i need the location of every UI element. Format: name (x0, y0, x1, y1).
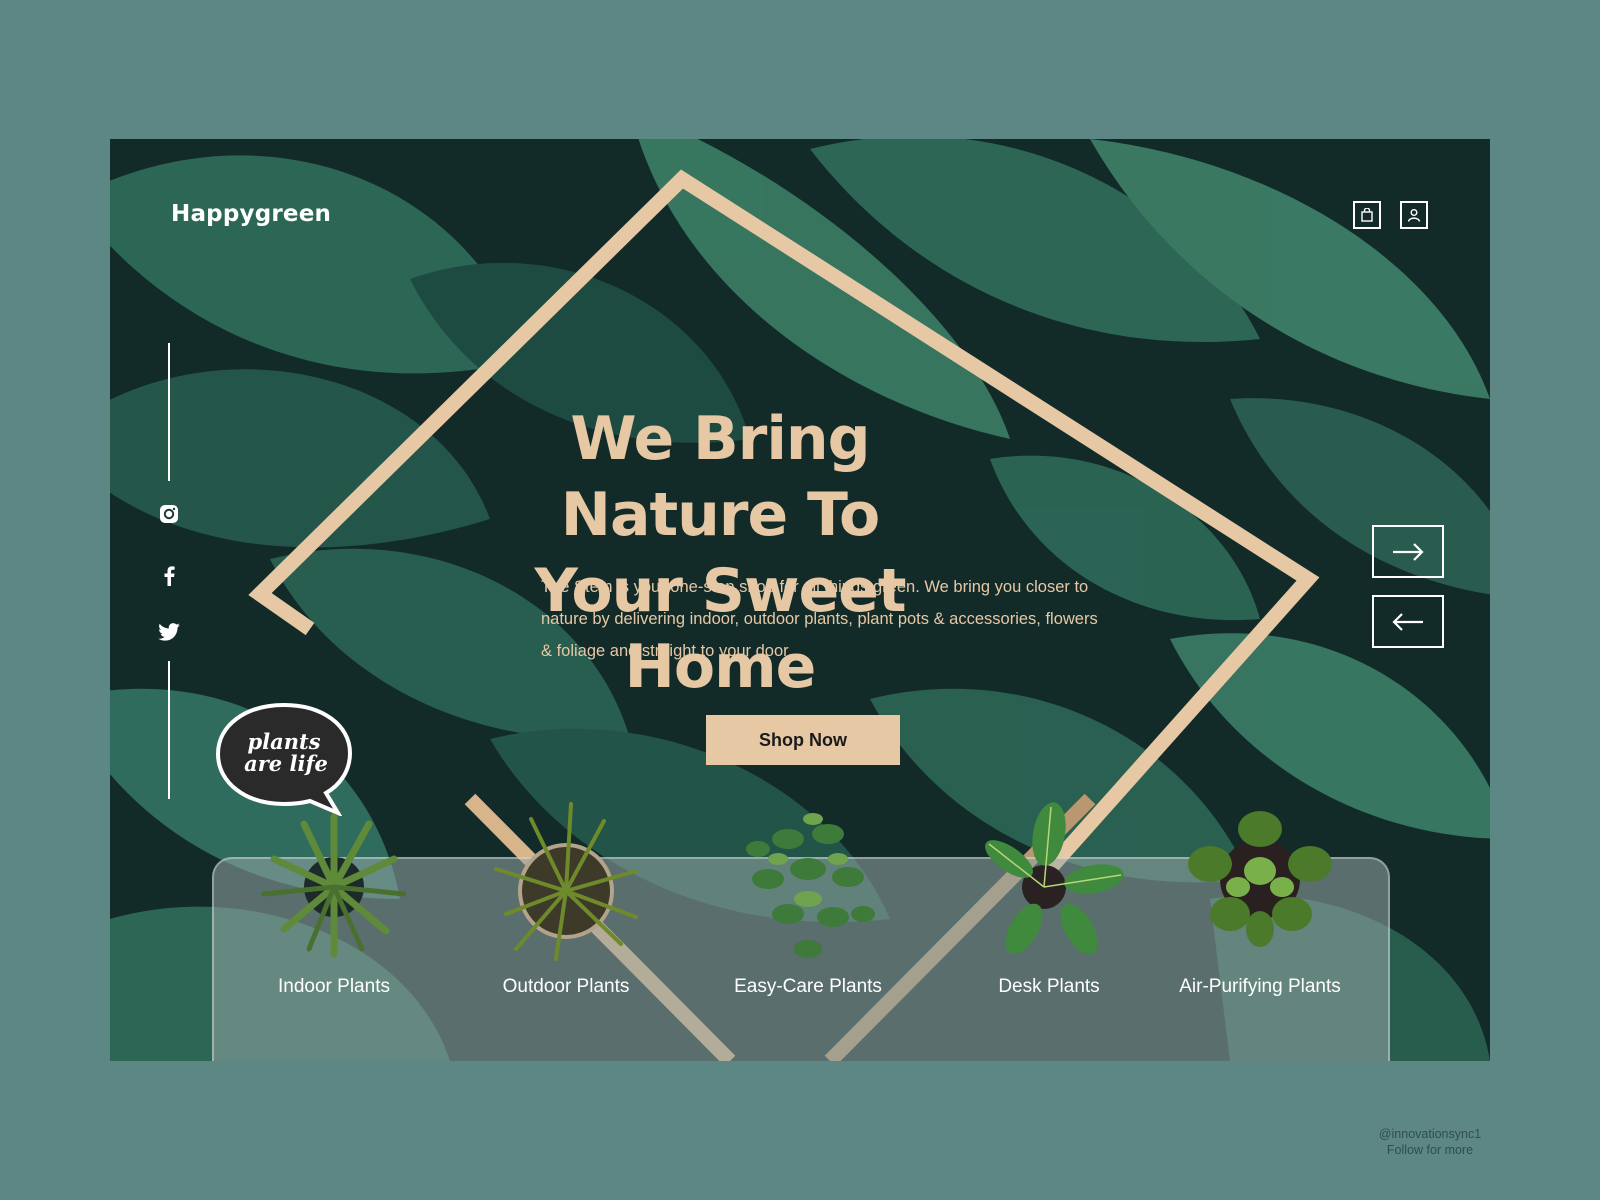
instagram-icon[interactable] (158, 503, 180, 525)
arrow-left-icon (1392, 612, 1423, 631)
next-slide-button[interactable] (1372, 525, 1444, 578)
user-icon[interactable] (1400, 201, 1428, 229)
category-desk-plants[interactable]: Desk Plants (949, 799, 1149, 998)
arrow-right-icon (1393, 542, 1424, 561)
easy-care-plant-image (746, 813, 875, 958)
credit-note: Follow for more (1386, 1143, 1474, 1157)
shopping-bag-icon[interactable] (1353, 201, 1381, 229)
category-label: Easy-Care Plants (734, 976, 882, 997)
category-air-purifying-plants[interactable]: Air-Purifying Plants (1160, 799, 1360, 998)
category-outdoor-plants[interactable]: Outdoor Plants (466, 799, 666, 998)
category-label: Indoor Plants (278, 976, 390, 997)
air-purifying-plant-image (1188, 811, 1332, 947)
category-label: Desk Plants (998, 976, 1100, 997)
credit-handle: @innovationsync1 (1378, 1127, 1482, 1141)
previous-slide-button[interactable] (1372, 595, 1444, 648)
facebook-icon[interactable] (158, 565, 180, 587)
hero-description: The Stem is your one-stop shop for all t… (541, 578, 1098, 660)
shop-now-button[interactable]: Shop Now (706, 715, 900, 765)
desk-plant-image (985, 802, 1124, 955)
category-indoor-plants[interactable]: Indoor Plants (234, 799, 434, 998)
outdoor-plant-image (494, 802, 638, 961)
twitter-icon[interactable] (158, 621, 180, 643)
hero-title-line1: We Bring Nature To (560, 404, 880, 550)
category-label: Outdoor Plants (502, 976, 630, 997)
indoor-plant-image (261, 813, 407, 958)
brand-logo[interactable]: Happygreen (171, 201, 331, 227)
category-label: Air-Purifying Plants (1179, 976, 1341, 997)
credit-watermark: @innovationsync1 Follow for more (1370, 1126, 1490, 1158)
hero-frame: Happygreen plants are life We Bring Natu… (110, 139, 1490, 1061)
social-divider-bottom (168, 661, 170, 799)
category-easy-care-plants[interactable]: Easy-Care Plants (708, 799, 908, 998)
social-divider-top (168, 343, 170, 481)
sticker-line2: are life (244, 751, 328, 776)
